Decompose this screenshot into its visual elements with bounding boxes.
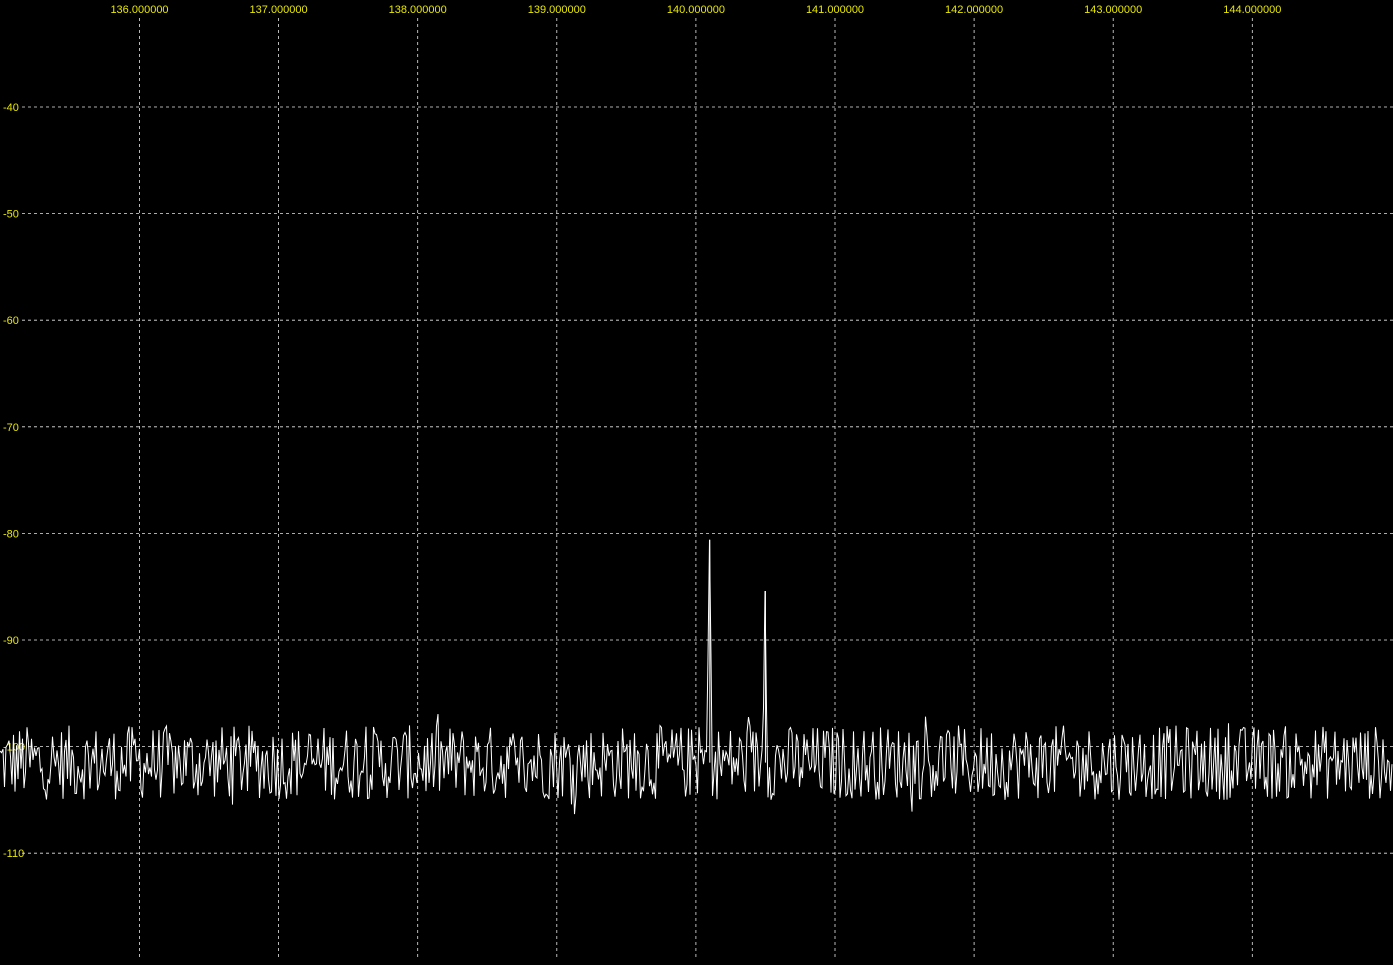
y-tick-label: -80 xyxy=(3,528,19,540)
y-tick-label: -70 xyxy=(3,422,19,434)
x-tick-label: 138.000000 xyxy=(389,4,447,16)
x-tick-label: 136.000000 xyxy=(110,4,168,16)
y-tick-label: -50 xyxy=(3,209,19,221)
x-tick-label: 142.000000 xyxy=(945,4,1003,16)
x-tick-label: 141.000000 xyxy=(806,4,864,16)
trace-layer xyxy=(0,539,1393,815)
x-tick-label: 139.000000 xyxy=(528,4,586,16)
grid-layer xyxy=(22,18,1393,960)
spectrum-chart: 136.000000 137.000000 138.000000 139.000000… xyxy=(0,4,1393,960)
y-tick-label: -40 xyxy=(3,102,19,114)
x-tick-label: 137.000000 xyxy=(250,4,308,16)
spectrum-trace xyxy=(0,539,1393,815)
tick-label-layer: 136.000000 137.000000 138.000000 139.000000… xyxy=(3,4,1281,860)
x-tick-label: 140.000000 xyxy=(667,4,725,16)
x-tick-label: 144.000000 xyxy=(1223,4,1281,16)
y-tick-label: -90 xyxy=(3,635,19,647)
x-tick-label: 143.000000 xyxy=(1084,4,1142,16)
y-tick-label: -60 xyxy=(3,315,19,327)
y-tick-label: -110 xyxy=(3,848,24,860)
spectrum-plot: 136.000000 137.000000 138.000000 139.000000… xyxy=(0,0,1393,960)
